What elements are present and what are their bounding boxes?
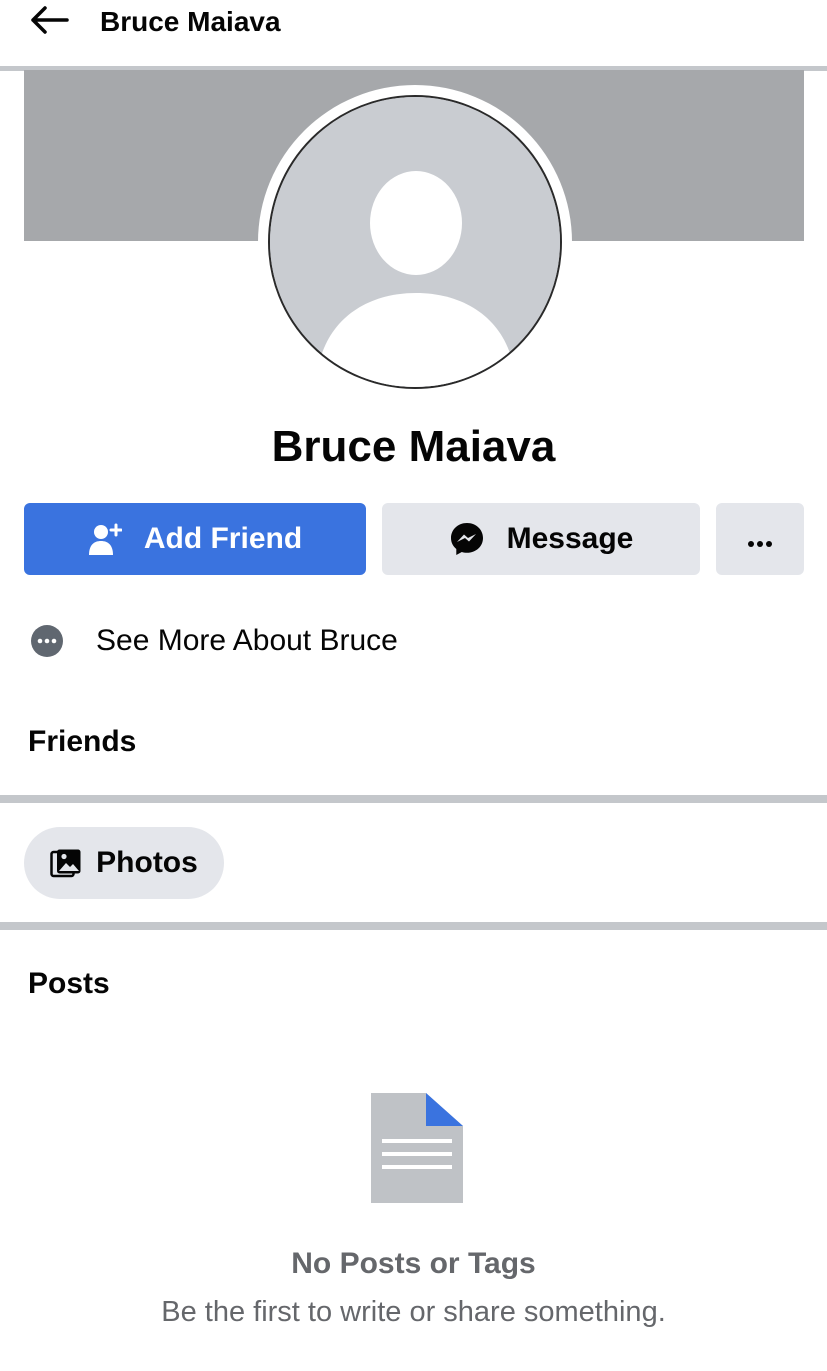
see-more-about-link[interactable]: See More About Bruce [24,612,444,670]
add-friend-button[interactable]: Add Friend [24,503,366,575]
message-button[interactable]: Message [382,503,700,575]
back-button[interactable] [26,2,72,42]
more-circle-icon [28,622,66,660]
profile-picture[interactable] [268,95,562,389]
friends-divider [0,795,827,803]
add-friend-label: Add Friend [143,522,303,555]
messenger-icon [449,521,485,557]
more-dots-icon [747,522,773,556]
arrow-left-icon [29,5,69,40]
friends-heading[interactable]: Friends [28,722,136,762]
empty-posts-subtitle: Be the first to write or share something… [161,1296,666,1328]
add-friend-icon [88,522,122,556]
top-bar: Bruce Maiava [0,0,827,66]
profile-name: Bruce Maiava [271,422,556,471]
photos-label: Photos [96,846,198,879]
default-avatar-silhouette-icon [270,97,560,387]
empty-posts-title: No Posts or Tags [291,1247,536,1280]
more-options-button[interactable] [716,503,804,575]
header-title: Bruce Maiava [100,6,281,37]
photos-button[interactable]: Photos [24,827,224,899]
document-icon [370,1092,464,1204]
photos-icon [50,848,82,878]
message-label: Message [506,522,634,555]
see-more-about-label: See More About Bruce [96,624,398,657]
photos-divider [0,922,827,930]
posts-heading: Posts [28,967,110,1000]
